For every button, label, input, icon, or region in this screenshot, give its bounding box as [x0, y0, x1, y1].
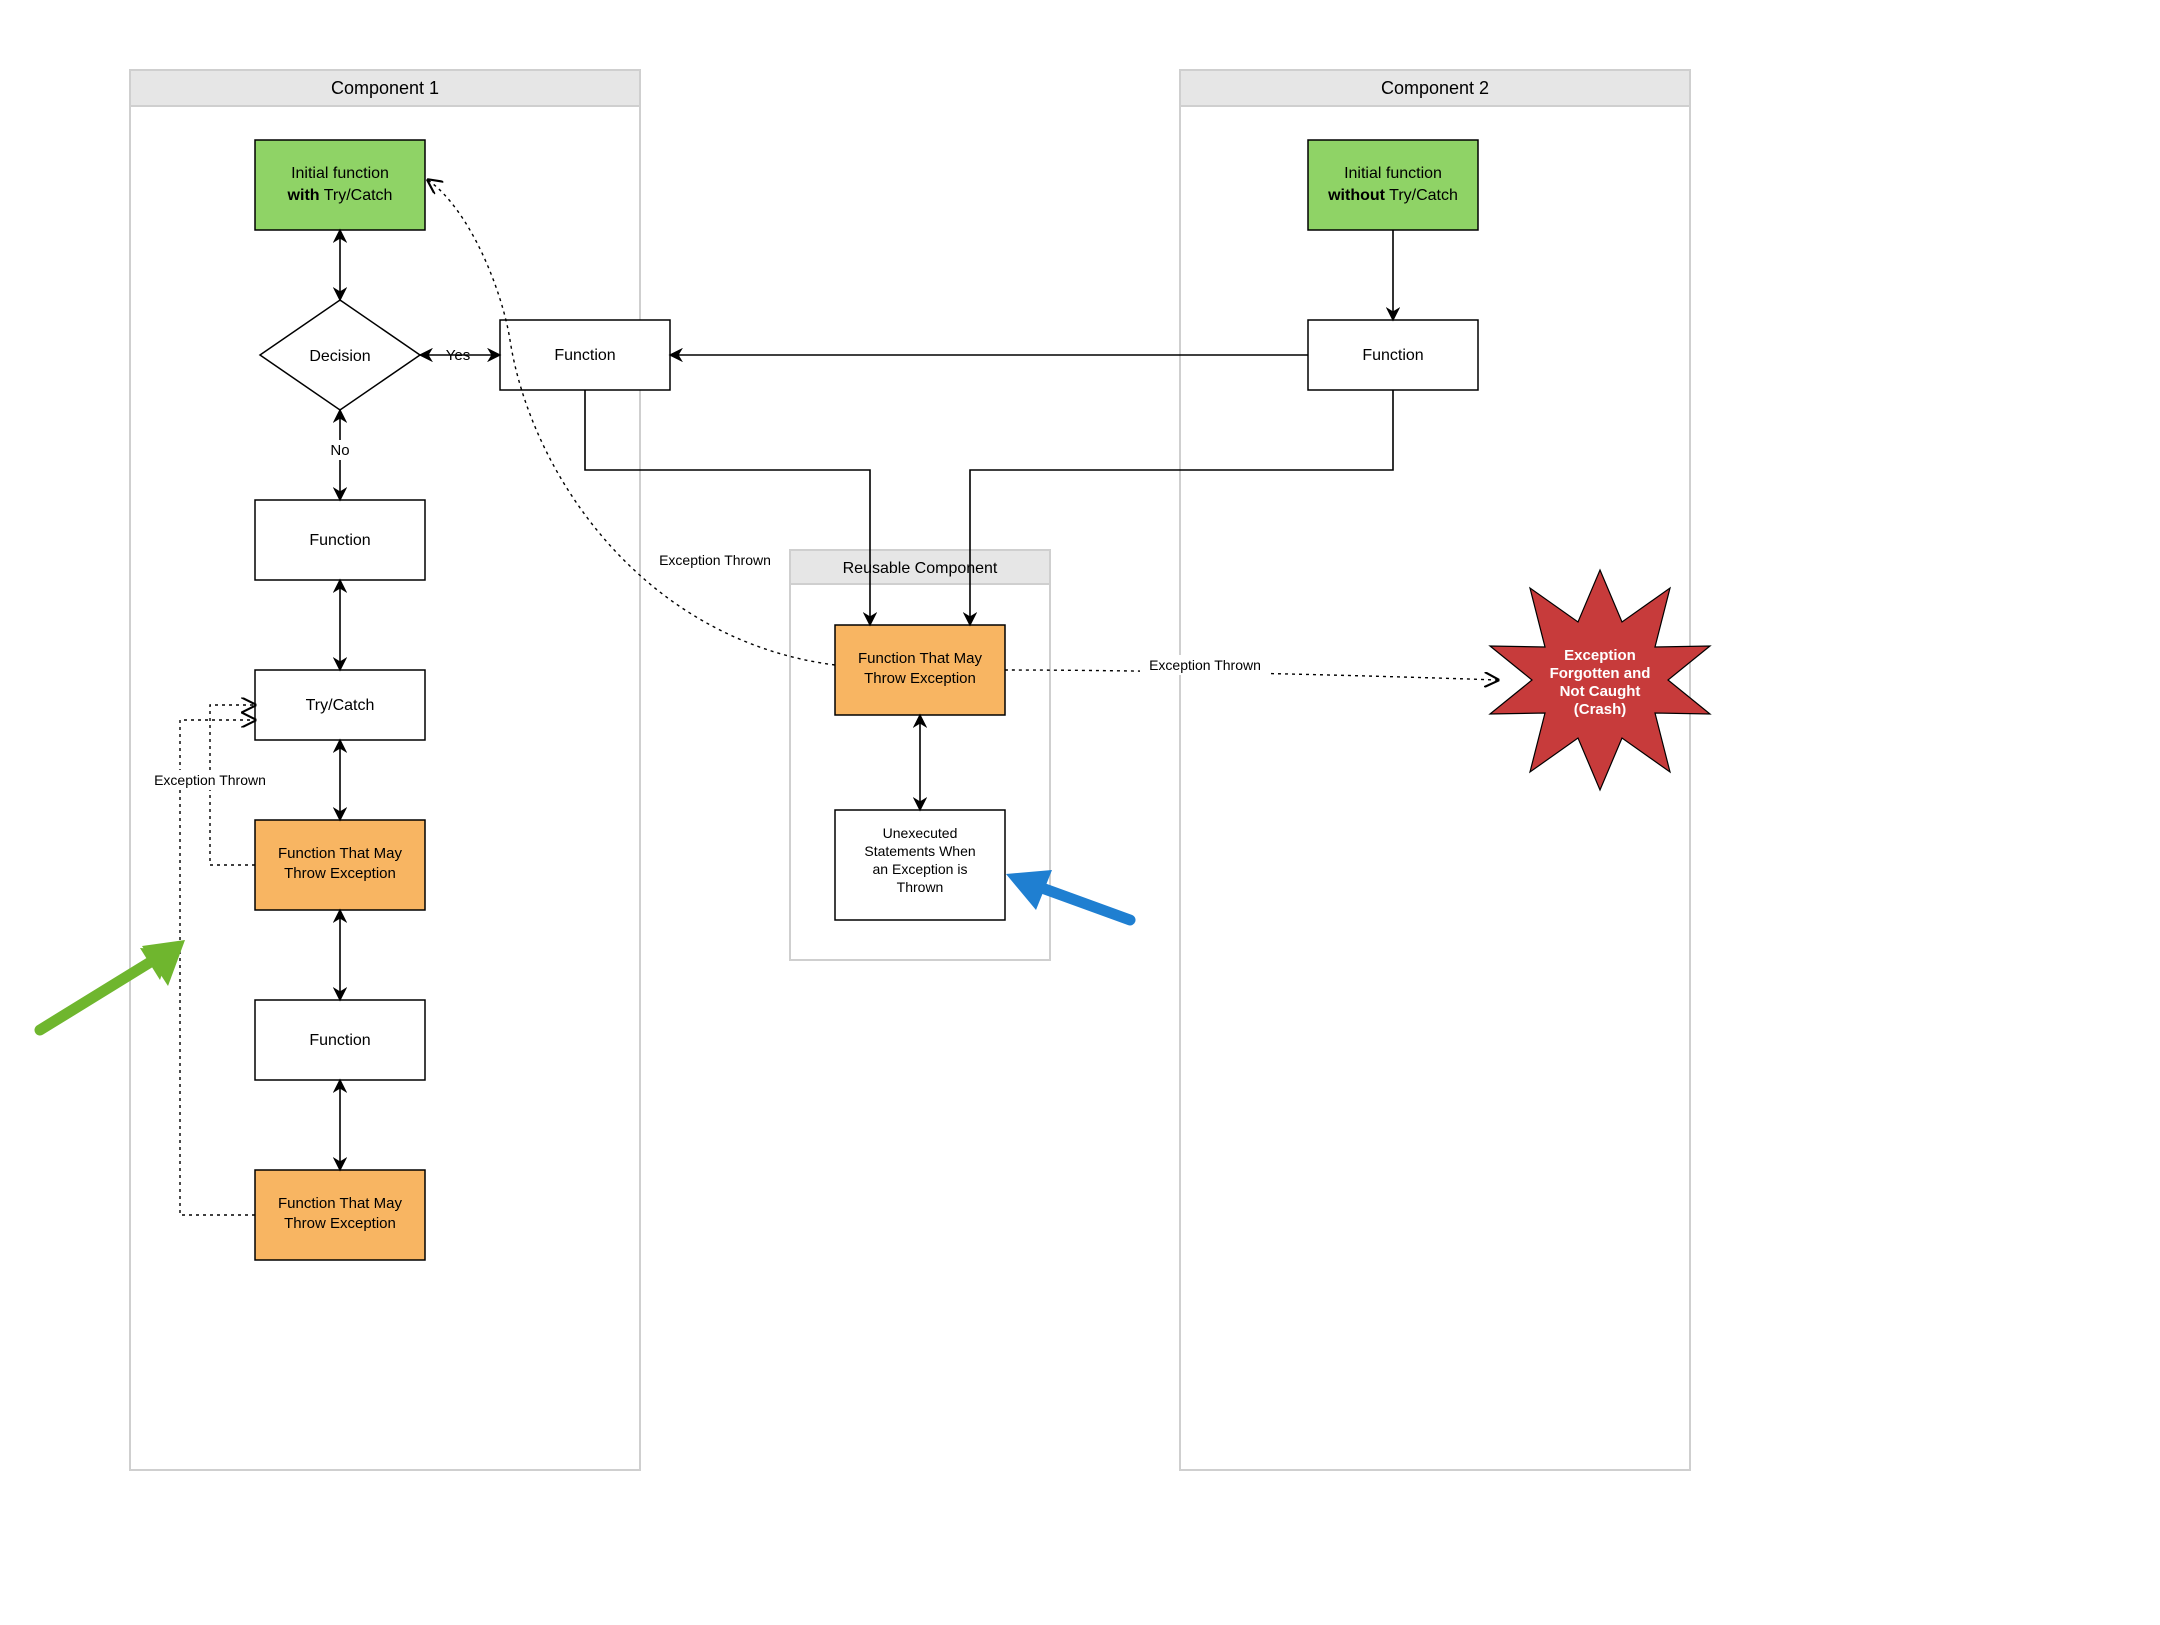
label: Function	[1362, 347, 1423, 364]
container-component-2: Component 2	[1180, 70, 1690, 1470]
node-function-below: Function	[255, 500, 425, 580]
container-title: Component 2	[1381, 78, 1489, 98]
svg-text:Function That May: Function That May	[858, 650, 982, 667]
svg-text:without Try/Catch: without Try/Catch	[1327, 187, 1458, 204]
svg-text:Exception: Exception	[1564, 647, 1636, 664]
node-function-3: Function	[255, 1000, 425, 1080]
container-title: Component 1	[331, 78, 439, 98]
edge-label-yes: Yes	[446, 347, 470, 364]
label-after: Try/Catch	[320, 187, 393, 204]
svg-text:Throw Exception: Throw Exception	[284, 865, 396, 882]
node-throw-1: Function That May Throw Exception	[255, 820, 425, 910]
container-title: Reusable Component	[843, 560, 998, 577]
label-line: Function That May	[858, 650, 982, 667]
node-function-comp2: Function	[1308, 320, 1478, 390]
svg-text:Thrown: Thrown	[897, 879, 944, 895]
label: Try/Catch	[306, 697, 375, 714]
node-function-right: Function	[500, 320, 670, 390]
svg-text:Throw Exception: Throw Exception	[284, 1215, 396, 1232]
node-trycatch: Try/Catch	[255, 670, 425, 740]
label: Function	[309, 532, 370, 549]
label-bold: without	[1327, 187, 1386, 204]
node-initial-without-trycatch: Initial function without Try/Catch	[1308, 140, 1478, 230]
svg-text:Not Caught: Not Caught	[1560, 683, 1641, 700]
label-line: Throw Exception	[864, 670, 976, 687]
label: Decision	[309, 348, 370, 365]
svg-text:(Crash): (Crash)	[1574, 701, 1627, 718]
label-line: Initial function	[1344, 165, 1442, 182]
edge-label-exception: Exception Thrown	[154, 772, 266, 788]
label-line: Function That May	[278, 1195, 402, 1212]
svg-text:Function That May: Function That May	[278, 1195, 402, 1212]
label-line: Throw Exception	[284, 865, 396, 882]
label-after: Try/Catch	[1385, 187, 1458, 204]
label: Function	[554, 347, 615, 364]
node-initial-with-trycatch: Initial function with Try/Catch	[255, 140, 425, 230]
edge-label-exception: Exception Thrown	[659, 552, 771, 568]
svg-text:Throw Exception: Throw Exception	[864, 670, 976, 687]
node-throw-2: Function That May Throw Exception	[255, 1170, 425, 1260]
label-bold: with	[287, 187, 320, 204]
svg-text:Initial function: Initial function	[1344, 165, 1442, 182]
edge-label-no: No	[330, 442, 349, 459]
svg-text:Initial function: Initial function	[291, 165, 389, 182]
label-line: Initial function	[291, 165, 389, 182]
svg-text:Unexecuted: Unexecuted	[883, 825, 958, 841]
edge-label-exception: Exception Thrown	[1149, 657, 1261, 673]
svg-text:Forgotten and: Forgotten and	[1550, 665, 1651, 682]
svg-text:Statements When: Statements When	[864, 843, 975, 859]
label: Function	[309, 1032, 370, 1049]
svg-text:Function That May: Function That May	[278, 845, 402, 862]
node-unexecuted: Unexecuted Statements When an Exception …	[835, 810, 1005, 920]
label-line: Throw Exception	[284, 1215, 396, 1232]
node-throw-reusable: Function That May Throw Exception	[835, 625, 1005, 715]
svg-text:an Exception is: an Exception is	[873, 861, 968, 877]
label-line: Function That May	[278, 845, 402, 862]
flowchart-diagram: Component 1 Component 2 Reusable Compone…	[0, 0, 2160, 1625]
svg-text:with Try/Catch: with Try/Catch	[287, 187, 393, 204]
